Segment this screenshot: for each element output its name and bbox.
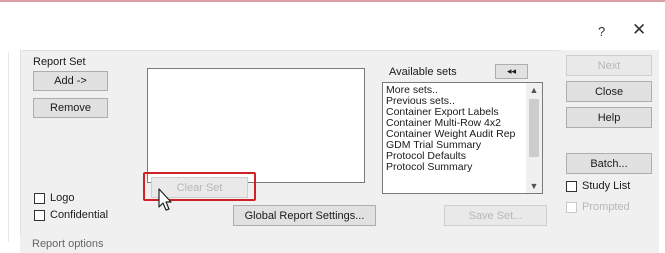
checkbox-icon[interactable]	[34, 192, 45, 204]
confidential-checkbox[interactable]: Confidential	[34, 209, 108, 221]
mouse-pointer-icon	[158, 188, 172, 211]
scroll-down-icon[interactable]: ▼	[526, 179, 542, 193]
help-icon[interactable]: ?	[598, 24, 605, 39]
next-button[interactable]: Next	[566, 55, 652, 76]
report-options-label: Report options	[32, 238, 104, 250]
prompted-checkbox[interactable]: Prompted	[566, 201, 630, 213]
save-set-button[interactable]: Save Set...	[444, 205, 547, 226]
help-button[interactable]: Help	[566, 107, 652, 128]
logo-checkbox[interactable]: Logo	[34, 192, 74, 204]
confidential-label: Confidential	[50, 209, 109, 221]
report-set-panel: Report Set Add -> Remove Clear Set Avail…	[20, 50, 561, 237]
logo-label: Logo	[50, 192, 75, 204]
close-icon[interactable]: ✕	[632, 20, 646, 40]
global-report-settings-button[interactable]: Global Report Settings...	[233, 205, 376, 226]
list-item[interactable]: Protocol Summary	[383, 162, 524, 173]
checkbox-icon[interactable]	[34, 209, 45, 221]
scroll-thumb[interactable]	[529, 99, 539, 157]
scrollbar[interactable]: ▲ ▼	[526, 83, 542, 193]
remove-button[interactable]: Remove	[33, 98, 108, 118]
checkbox-icon[interactable]	[566, 180, 577, 192]
available-sets-list[interactable]: More sets.. Previous sets.. Container Ex…	[382, 82, 543, 194]
right-button-column: Next Close Help Batch... Study List Prom…	[559, 50, 659, 235]
study-list-label: Study List	[582, 180, 631, 192]
close-button[interactable]: Close	[566, 81, 652, 102]
collapse-button[interactable]: ◂◂	[495, 64, 528, 79]
add-button[interactable]: Add ->	[33, 71, 108, 91]
available-sets-label: Available sets	[389, 66, 457, 78]
scroll-up-icon[interactable]: ▲	[526, 83, 542, 97]
report-set-label: Report Set	[33, 56, 86, 68]
divider	[8, 52, 9, 242]
report-set-list[interactable]	[147, 68, 365, 183]
report-options-strip: Report options	[20, 235, 659, 253]
batch-button[interactable]: Batch...	[566, 153, 652, 174]
prompted-label: Prompted	[582, 201, 630, 213]
study-list-checkbox[interactable]: Study List	[566, 180, 630, 192]
window-top-border	[0, 0, 665, 2]
checkbox-icon[interactable]	[566, 201, 577, 213]
